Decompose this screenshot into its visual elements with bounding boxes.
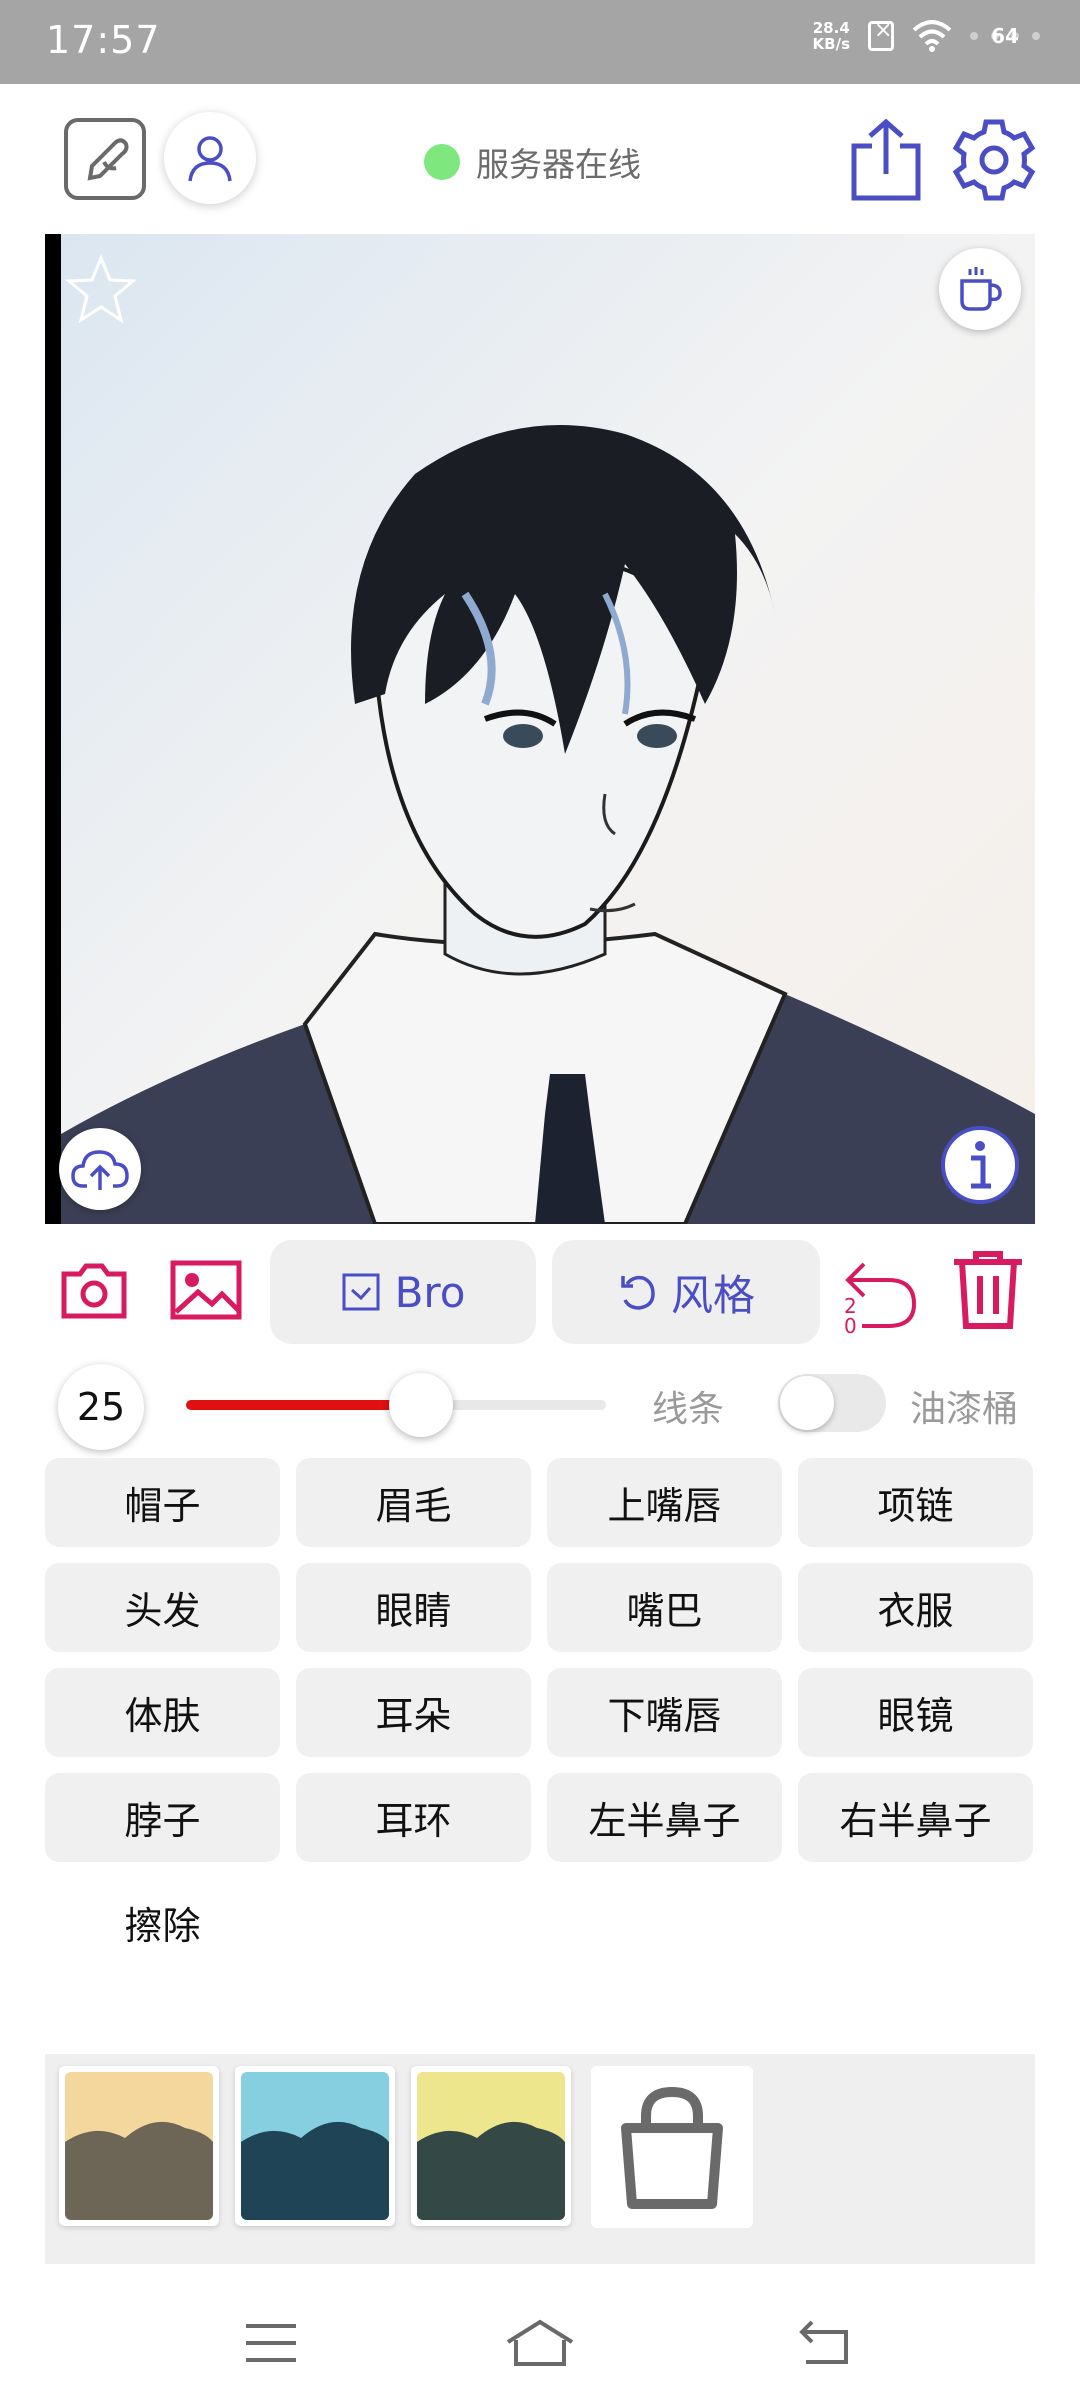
undo-button[interactable]: 2 0: [838, 1250, 922, 1336]
image-icon: [170, 1260, 242, 1320]
menu-button[interactable]: [244, 2318, 298, 2372]
part-button[interactable]: 耳朵: [296, 1668, 531, 1757]
menu-icon: [246, 2324, 296, 2362]
part-button[interactable]: 体肤: [45, 1668, 280, 1757]
parts-grid: 帽子 眉毛 上嘴唇 项链 头发 眼睛 嘴巴 衣服 体肤 耳朵 下嘴唇 眼镜 脖子…: [45, 1458, 1035, 1983]
slider-fill: [186, 1400, 422, 1410]
part-button[interactable]: 下嘴唇: [547, 1668, 782, 1757]
slider-thumb[interactable]: [389, 1373, 454, 1437]
swatch-shape: [417, 2121, 565, 2220]
status-time: 17:57: [46, 18, 161, 62]
edit-icon: [87, 138, 129, 181]
part-button[interactable]: 右半鼻子: [798, 1773, 1033, 1862]
style-label: 风格: [670, 1270, 755, 1320]
gallery-button[interactable]: [170, 1260, 242, 1324]
info-button[interactable]: [939, 1124, 1021, 1210]
part-button[interactable]: 头发: [45, 1563, 280, 1652]
back-icon: [799, 2320, 848, 2364]
bro-label: Bro: [394, 1267, 466, 1317]
server-status-text: 服务器在线: [476, 145, 641, 184]
wifi-icon: [912, 20, 952, 52]
undo-count-bottom: 0: [844, 1314, 857, 1338]
swatch-shape: [241, 2121, 389, 2220]
net-speed-value: 28.4: [812, 19, 850, 37]
battery-indicator: 64: [970, 21, 1040, 51]
part-button[interactable]: 脖子: [45, 1773, 280, 1862]
part-button[interactable]: 帽子: [45, 1458, 280, 1547]
settings-button[interactable]: [952, 118, 1036, 202]
brush-size-slider[interactable]: [186, 1373, 606, 1437]
line-mode-label: 线条: [652, 1389, 725, 1430]
palette-swatch[interactable]: [59, 2066, 219, 2226]
part-button[interactable]: 上嘴唇: [547, 1458, 782, 1547]
battery-level: 64: [991, 24, 1019, 48]
sim-off-icon: [868, 18, 894, 51]
swatch-preview: [65, 2072, 213, 2220]
back-button[interactable]: [796, 2318, 852, 2372]
coffee-button[interactable]: [939, 248, 1021, 330]
gear-icon: [952, 119, 1036, 201]
toggle-knob: [780, 1376, 834, 1430]
part-button[interactable]: 眉毛: [296, 1458, 531, 1547]
palette-swatch[interactable]: [411, 2066, 571, 2226]
share-icon: [851, 118, 921, 201]
undo-count: 2 0: [844, 1296, 857, 1336]
coffee-icon: [960, 267, 1002, 311]
palette-swatch[interactable]: [235, 2066, 395, 2226]
undo-count-top: 2: [844, 1294, 857, 1318]
brush-settings-row: 25 线条 油漆桶: [0, 1360, 1080, 1450]
star-icon: [65, 254, 137, 324]
portrait-image: [45, 234, 1035, 1224]
mode-toggle[interactable]: [778, 1374, 886, 1432]
store-button[interactable]: [591, 2066, 753, 2228]
part-button[interactable]: 耳环: [296, 1773, 531, 1862]
drawing-canvas[interactable]: [45, 234, 1035, 1224]
delete-button[interactable]: [948, 1248, 1028, 1334]
status-bar: 17:57 28.4 KB/s 64: [0, 0, 1080, 84]
system-nav-bar: [0, 2300, 1080, 2408]
part-button[interactable]: 左半鼻子: [547, 1773, 782, 1862]
swatch-shape: [65, 2121, 213, 2220]
server-status: 服务器在线: [424, 138, 641, 186]
server-status-dot: [424, 144, 460, 180]
share-button[interactable]: [848, 118, 924, 202]
swatch-preview: [417, 2072, 565, 2220]
info-icon: [941, 1126, 1019, 1204]
part-button[interactable]: 嘴巴: [547, 1563, 782, 1652]
checkbox-icon: [342, 1273, 380, 1311]
user-button[interactable]: [164, 112, 256, 204]
paint-bucket-label: 油漆桶: [910, 1389, 1019, 1430]
home-icon: [506, 2319, 574, 2366]
style-palette: [45, 2054, 1035, 2264]
net-speed: 28.4 KB/s: [813, 20, 850, 52]
erase-button[interactable]: 擦除: [45, 1878, 280, 1967]
top-bar: 服务器在线: [0, 84, 1080, 234]
upload-cloud-icon: [71, 1150, 129, 1190]
trash-icon: [954, 1251, 1022, 1329]
tool-row: Bro 风格 2 0: [0, 1236, 1080, 1348]
bro-button[interactable]: Bro: [270, 1240, 536, 1344]
home-button[interactable]: [504, 2318, 576, 2372]
net-speed-unit: KB/s: [812, 35, 850, 53]
camera-icon: [61, 1263, 127, 1319]
edit-button[interactable]: [64, 118, 146, 200]
swatch-preview: [241, 2072, 389, 2220]
user-icon: [188, 136, 232, 182]
upload-button[interactable]: [59, 1128, 141, 1210]
camera-button[interactable]: [60, 1260, 128, 1324]
part-button[interactable]: 眼睛: [296, 1563, 531, 1652]
brush-size-badge: 25: [58, 1364, 144, 1450]
rotate-icon: [621, 1275, 655, 1310]
favorite-button[interactable]: [63, 252, 139, 332]
shopping-bag-icon: [621, 2086, 723, 2209]
part-button[interactable]: 项链: [798, 1458, 1033, 1547]
part-button[interactable]: 衣服: [798, 1563, 1033, 1652]
style-button[interactable]: 风格: [552, 1240, 820, 1344]
part-button[interactable]: 眼镜: [798, 1668, 1033, 1757]
